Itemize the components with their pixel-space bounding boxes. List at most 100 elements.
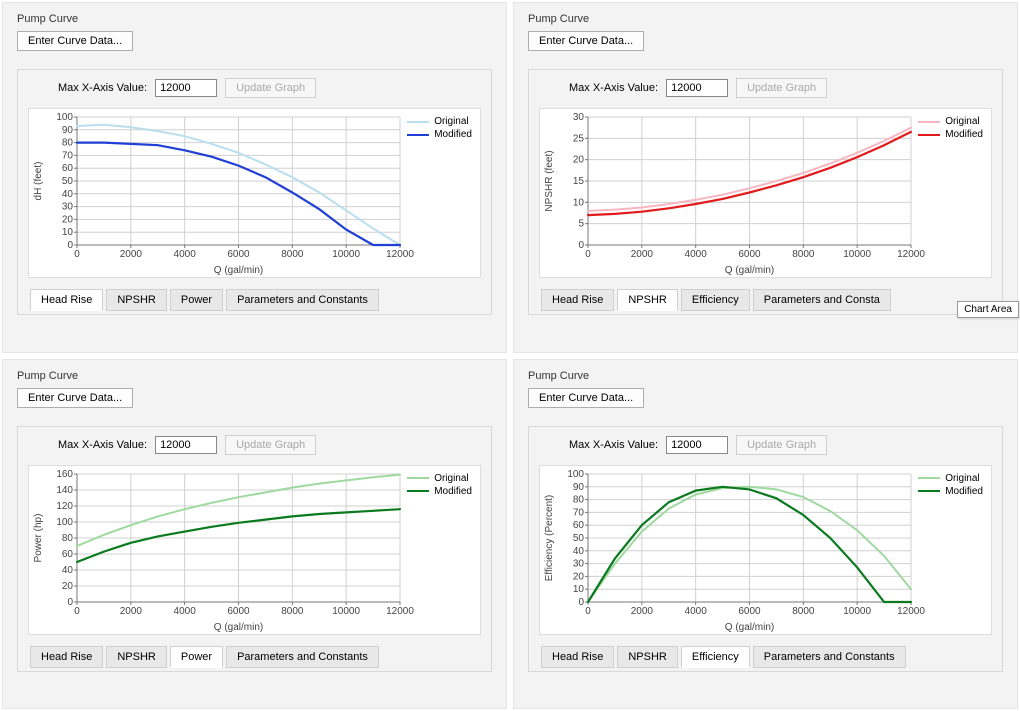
update-graph-button[interactable]: Update Graph	[736, 435, 827, 455]
svg-text:2000: 2000	[120, 606, 143, 617]
legend-swatch-original	[407, 477, 429, 479]
svg-text:140: 140	[56, 485, 73, 496]
legend-modified: Modified	[434, 486, 472, 497]
legend-modified: Modified	[945, 129, 983, 140]
legend-swatch-modified	[407, 134, 429, 136]
panel-head-rise: Pump Curve Enter Curve Data... Max X-Axi…	[2, 2, 507, 353]
svg-text:2000: 2000	[631, 249, 654, 260]
tab-parameters-and-consta[interactable]: Parameters and Consta	[753, 289, 891, 311]
legend-swatch-modified	[918, 490, 940, 492]
svg-text:70: 70	[62, 150, 74, 161]
tab-head-rise[interactable]: Head Rise	[541, 289, 614, 311]
max-x-label: Max X-Axis Value:	[569, 439, 658, 451]
tab-efficiency[interactable]: Efficiency	[681, 289, 750, 311]
enter-curve-data-button[interactable]: Enter Curve Data...	[528, 31, 644, 51]
chart-power: 0204060801001201401600200040006000800010…	[28, 465, 481, 635]
legend-modified: Modified	[945, 486, 983, 497]
tab-parameters-and-constants[interactable]: Parameters and Constants	[226, 646, 379, 668]
tab-power[interactable]: Power	[170, 646, 223, 668]
svg-text:30: 30	[62, 202, 74, 213]
svg-text:0: 0	[67, 240, 73, 251]
chart-container: Max X-Axis Value: Update Graph 020406080…	[17, 426, 492, 672]
tab-parameters-and-constants[interactable]: Parameters and Constants	[753, 646, 906, 668]
svg-text:6000: 6000	[227, 606, 250, 617]
svg-text:80: 80	[573, 494, 585, 505]
chart-container: Max X-Axis Value: Update Graph 010203040…	[528, 426, 1003, 672]
update-graph-button[interactable]: Update Graph	[225, 435, 316, 455]
legend: Original Modified	[916, 472, 985, 498]
svg-text:20: 20	[62, 581, 74, 592]
chart-area-tooltip: Chart Area	[957, 301, 1019, 318]
max-x-input[interactable]	[155, 436, 217, 454]
svg-text:15: 15	[573, 176, 585, 187]
tabs: Head RiseNPSHREfficiencyParameters and C…	[541, 288, 990, 310]
svg-text:30: 30	[573, 112, 585, 123]
svg-text:0: 0	[74, 249, 80, 260]
svg-text:10: 10	[62, 227, 74, 238]
svg-text:12000: 12000	[897, 249, 925, 260]
tabs: Head RiseNPSHRPowerParameters and Consta…	[30, 288, 479, 310]
update-graph-button[interactable]: Update Graph	[736, 78, 827, 98]
svg-text:12000: 12000	[897, 606, 925, 617]
panel-power: Pump Curve Enter Curve Data... Max X-Axi…	[2, 359, 507, 710]
svg-text:10000: 10000	[843, 249, 871, 260]
legend-swatch-original	[918, 121, 940, 123]
legend: Original Modified	[916, 115, 985, 141]
quad-layout: Pump Curve Enter Curve Data... Max X-Axi…	[2, 2, 1018, 709]
enter-curve-data-button[interactable]: Enter Curve Data...	[17, 31, 133, 51]
svg-text:20: 20	[573, 571, 585, 582]
max-x-label: Max X-Axis Value:	[58, 439, 147, 451]
svg-text:0: 0	[578, 597, 584, 608]
svg-text:Power (hp): Power (hp)	[33, 513, 44, 562]
tab-npshr[interactable]: NPSHR	[617, 289, 678, 311]
svg-text:Efficiency (Percent): Efficiency (Percent)	[544, 494, 555, 581]
tab-npshr[interactable]: NPSHR	[106, 289, 167, 311]
enter-curve-data-button[interactable]: Enter Curve Data...	[17, 388, 133, 408]
svg-text:6000: 6000	[227, 249, 250, 260]
max-x-row: Max X-Axis Value: Update Graph	[28, 78, 481, 98]
tabs: Head RiseNPSHRPowerParameters and Consta…	[30, 645, 479, 667]
svg-text:100: 100	[56, 517, 73, 528]
svg-text:10000: 10000	[332, 249, 360, 260]
svg-text:40: 40	[62, 189, 74, 200]
tab-efficiency[interactable]: Efficiency	[681, 646, 750, 668]
svg-text:12000: 12000	[386, 606, 414, 617]
max-x-row: Max X-Axis Value: Update Graph	[28, 435, 481, 455]
svg-text:Q (gal/min): Q (gal/min)	[725, 265, 774, 276]
update-graph-button[interactable]: Update Graph	[225, 78, 316, 98]
legend-original: Original	[945, 116, 979, 127]
tab-head-rise[interactable]: Head Rise	[30, 646, 103, 668]
svg-text:10000: 10000	[843, 606, 871, 617]
svg-text:80: 80	[62, 138, 74, 149]
panel-efficiency: Pump Curve Enter Curve Data... Max X-Axi…	[513, 359, 1018, 710]
svg-text:20: 20	[62, 214, 74, 225]
tab-head-rise[interactable]: Head Rise	[30, 289, 103, 311]
tab-head-rise[interactable]: Head Rise	[541, 646, 614, 668]
chart-head-rise: 0102030405060708090100020004000600080001…	[28, 108, 481, 278]
legend-original: Original	[434, 473, 468, 484]
svg-text:NPSHR (feet): NPSHR (feet)	[544, 150, 555, 211]
svg-text:25: 25	[573, 133, 585, 144]
max-x-input[interactable]	[155, 79, 217, 97]
max-x-input[interactable]	[666, 436, 728, 454]
tab-npshr[interactable]: NPSHR	[617, 646, 678, 668]
svg-text:40: 40	[573, 545, 585, 556]
max-x-row: Max X-Axis Value: Update Graph	[539, 435, 992, 455]
svg-text:4000: 4000	[174, 606, 197, 617]
max-x-input[interactable]	[666, 79, 728, 97]
svg-text:0: 0	[585, 249, 591, 260]
tab-npshr[interactable]: NPSHR	[106, 646, 167, 668]
svg-text:4000: 4000	[174, 249, 197, 260]
tab-power[interactable]: Power	[170, 289, 223, 311]
svg-text:2000: 2000	[120, 249, 143, 260]
tab-parameters-and-constants[interactable]: Parameters and Constants	[226, 289, 379, 311]
svg-text:8000: 8000	[281, 249, 304, 260]
panel-title: Pump Curve	[528, 370, 1003, 382]
chart-efficiency: 0102030405060708090100020004000600080001…	[539, 465, 992, 635]
panel-title: Pump Curve	[17, 13, 492, 25]
enter-curve-data-button[interactable]: Enter Curve Data...	[528, 388, 644, 408]
svg-text:12000: 12000	[386, 249, 414, 260]
legend-modified: Modified	[434, 129, 472, 140]
panel-npshr: Pump Curve Enter Curve Data... Max X-Axi…	[513, 2, 1018, 353]
svg-text:4000: 4000	[685, 249, 708, 260]
